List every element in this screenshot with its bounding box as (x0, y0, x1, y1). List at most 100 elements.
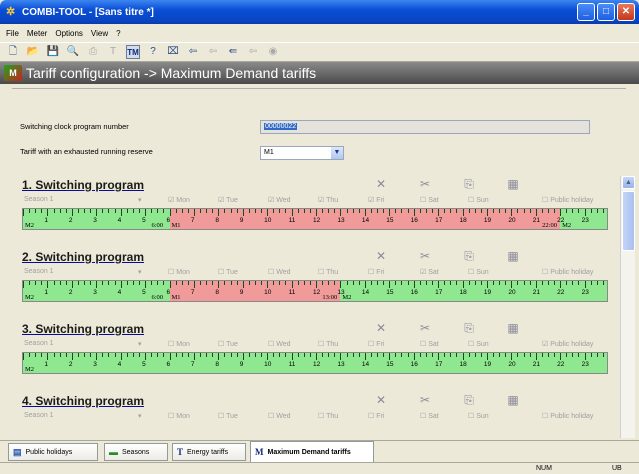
day-checkbox[interactable]: ☐ Mon (168, 340, 190, 348)
copy-icon[interactable]: ⎘ (462, 393, 476, 407)
cut-icon[interactable]: ✂ (418, 249, 432, 263)
day-checkbox[interactable]: ☐ Sat (420, 412, 439, 420)
delete-icon[interactable]: ✕ (374, 177, 388, 191)
time-bar[interactable]: M2 M1 M2 1 2 3 4 5 6 7 8 9 10 11 12 13 14 15 16 17 18 19 20 21 2… (22, 208, 608, 230)
copy-icon[interactable]: ⎘ (462, 249, 476, 263)
day-checkbox[interactable]: ☐ Fri (368, 340, 384, 348)
day-checkbox[interactable]: ☑ Public holiday (542, 340, 593, 348)
open-folder-icon[interactable]: 📂 (26, 45, 40, 59)
day-checkbox[interactable]: ☑ Thu (318, 196, 338, 204)
print-preview-icon[interactable]: 🔍 (66, 45, 80, 59)
copy-icon[interactable]: ⎘ (462, 177, 476, 191)
copy-icon[interactable]: ⎘ (462, 321, 476, 335)
season-select[interactable]: Season 1 (24, 340, 54, 347)
save-icon[interactable]: 💾 (46, 45, 60, 59)
minimize-button[interactable]: _ (577, 3, 595, 21)
scroll-up-icon[interactable]: ▲ (622, 176, 635, 189)
day-checkbox[interactable]: ☑ Mon (168, 196, 190, 204)
paste-icon[interactable]: ▦ (506, 321, 520, 335)
segment-tariff-label: M2 (25, 222, 35, 229)
menu-meter[interactable]: Meter (27, 29, 47, 38)
day-checkbox[interactable]: ☑ Tue (218, 196, 238, 204)
day-checkbox[interactable]: ☐ Thu (318, 268, 338, 276)
day-checkbox[interactable]: ☑ Wed (268, 196, 291, 204)
time-tick (71, 209, 73, 216)
time-tick (84, 353, 86, 357)
season-select[interactable]: Season 1 (24, 412, 54, 419)
cut-icon[interactable]: ✂ (418, 177, 432, 191)
day-checkbox[interactable]: ☐ Sun (468, 196, 489, 204)
day-checkbox[interactable]: ☐ Thu (318, 412, 338, 420)
transfer-all-icon[interactable]: ⇚ (226, 45, 240, 59)
time-tick (96, 353, 98, 360)
chevron-down-icon[interactable]: ▾ (138, 412, 142, 420)
day-checkbox[interactable]: ☐ Fri (368, 268, 384, 276)
day-checkbox[interactable]: ☐ Sun (468, 268, 489, 276)
day-checkbox[interactable]: ☐ Public holiday (542, 196, 593, 204)
close-button[interactable]: ✕ (617, 3, 635, 21)
day-checkbox[interactable]: ☐ Sat (420, 196, 439, 204)
vertical-scrollbar[interactable]: ▲ (620, 176, 635, 438)
tab-energy-tariffs[interactable]: T Energy tariffs (172, 443, 246, 461)
paste-icon[interactable]: ▦ (506, 393, 520, 407)
cut-icon[interactable]: ✂ (418, 321, 432, 335)
day-checkbox[interactable]: ☐ Sun (468, 412, 489, 420)
menu-view[interactable]: View (91, 29, 108, 38)
day-checkbox[interactable]: ☐ Tue (218, 268, 238, 276)
day-checkbox[interactable]: ☐ Wed (268, 340, 291, 348)
day-checkbox[interactable]: ☐ Mon (168, 412, 190, 420)
tab-seasons[interactable]: ▬ Seasons (104, 443, 168, 461)
tab-public-holidays[interactable]: ▤ Public holidays (8, 443, 98, 461)
time-tick (163, 209, 165, 213)
day-checkbox[interactable]: ☐ Wed (268, 412, 291, 420)
clock-program-field[interactable]: 00000022 (260, 120, 590, 134)
day-checkbox[interactable]: ☑ Fri (368, 196, 384, 204)
day-checkbox[interactable]: ☐ Wed (268, 268, 291, 276)
max-demand-icon[interactable]: TM (126, 45, 140, 59)
menu-options[interactable]: Options (55, 29, 83, 38)
maximize-button[interactable]: □ (597, 3, 615, 21)
chevron-down-icon[interactable]: ▾ (138, 340, 142, 348)
time-bar[interactable]: M2 M1 M2 1 2 3 4 5 6 7 8 9 10 11 12 13 14 15 16 17 18 19 20 21 2… (22, 280, 608, 302)
day-checkbox[interactable]: ☐ Thu (318, 340, 338, 348)
print-icon[interactable]: ⎙ (86, 45, 100, 59)
day-checkbox[interactable]: ☐ Sat (420, 340, 439, 348)
chevron-down-icon[interactable]: ▼ (331, 147, 343, 159)
delete-icon[interactable]: ✕ (374, 321, 388, 335)
meter-icon[interactable]: ⌧ (166, 45, 180, 59)
time-tick (438, 281, 440, 288)
cut-icon[interactable]: ✂ (418, 393, 432, 407)
day-checkbox[interactable]: ☐ Sun (468, 340, 489, 348)
season-select[interactable]: Season 1 (24, 268, 54, 275)
day-checkbox[interactable]: ☐ Tue (218, 340, 238, 348)
time-tick (273, 281, 275, 285)
menu-file[interactable]: File (6, 29, 19, 38)
day-checkbox[interactable]: ☑ Sat (420, 268, 439, 276)
chevron-down-icon[interactable]: ▾ (138, 196, 142, 204)
exhausted-tariff-select[interactable]: M1 ▼ (260, 146, 344, 160)
scroll-thumb[interactable] (622, 191, 635, 251)
transfer-icon[interactable]: ⇦ (186, 45, 200, 59)
season-select[interactable]: Season 1 (24, 196, 54, 203)
tab-maximum-demand-tariffs[interactable]: M Maximum Demand tariffs (250, 441, 374, 462)
day-checkbox[interactable]: ☐ Public holiday (542, 412, 593, 420)
paste-icon[interactable]: ▦ (506, 249, 520, 263)
time-bar[interactable]: M2 1 2 3 4 5 6 7 8 9 10 11 12 13 14 15 16 17 18 19 20 21 22 23 (22, 352, 608, 374)
chevron-down-icon[interactable]: ▾ (138, 268, 142, 276)
transfer-dim-icon[interactable]: ⇦ (206, 45, 220, 59)
paste-icon[interactable]: ▦ (506, 177, 520, 191)
delete-icon[interactable]: ✕ (374, 393, 388, 407)
help-icon[interactable]: ? (146, 45, 160, 59)
delete-icon[interactable]: ✕ (374, 249, 388, 263)
menu-help[interactable]: ? (116, 29, 120, 38)
time-tick (224, 281, 226, 285)
new-file-icon[interactable]: 🗋 (6, 45, 20, 59)
time-tick (499, 353, 501, 357)
connect-icon[interactable]: ◉ (266, 45, 280, 59)
day-checkbox[interactable]: ☐ Public holiday (542, 268, 593, 276)
day-checkbox[interactable]: ☐ Mon (168, 268, 190, 276)
read-icon[interactable]: ⇦ (246, 45, 260, 59)
day-checkbox[interactable]: ☐ Tue (218, 412, 238, 420)
energy-tariff-icon[interactable]: T (106, 45, 120, 59)
day-checkbox[interactable]: ☐ Fri (368, 412, 384, 420)
